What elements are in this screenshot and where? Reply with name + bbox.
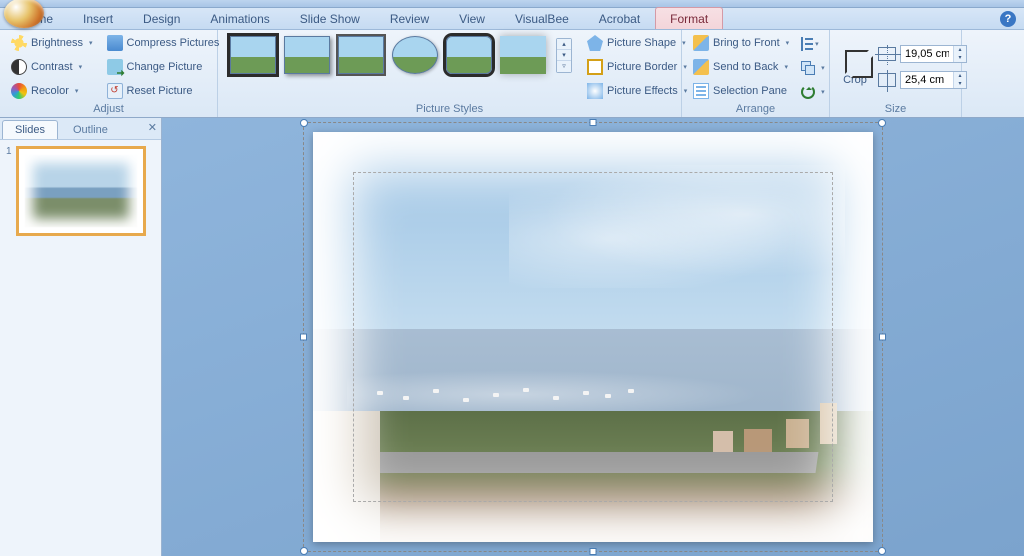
handle-r[interactable] [879,334,886,341]
selection-pane-button[interactable]: Selection Pane [688,80,794,102]
chevron-down-icon: ▾ [821,88,825,96]
help-icon[interactable]: ? [1000,11,1016,27]
height-icon [878,47,896,61]
thumb-number: 1 [6,146,12,236]
rotate-icon [801,85,815,99]
gallery-scroll-down[interactable]: ▾ [557,50,571,61]
style-preset-1[interactable] [230,36,276,74]
placeholder-box [353,172,833,502]
ribbon-tabs: Home Insert Design Animations Slide Show… [0,8,1024,30]
handle-br[interactable] [878,547,886,555]
picture-styles-gallery: ▴ ▾ ▿ [224,32,578,78]
group-arrange: Bring to Front▾ Send to Back▾ Selection … [682,30,830,117]
brightness-icon [11,35,27,51]
style-preset-2[interactable] [284,36,330,74]
group-picture-styles: ▴ ▾ ▿ Picture Shape▾ Picture Border▾ Pic… [218,30,682,117]
gallery-scroll-up[interactable]: ▴ [557,39,571,50]
brightness-button[interactable]: Brightness▾ [6,32,98,54]
effects-icon [587,83,603,99]
align-button[interactable]: ▾ [798,34,828,54]
tab-format[interactable]: Format [655,7,723,29]
send-back-icon [693,59,709,75]
slide-1 [313,132,873,542]
bring-to-front-button[interactable]: Bring to Front▾ [688,32,794,54]
border-icon [587,59,603,75]
height-spinner[interactable]: ▴▾ [900,45,967,63]
chevron-down-icon: ▾ [821,64,825,72]
change-picture-icon [107,59,123,75]
handle-tl[interactable] [300,119,308,127]
tab-acrobat[interactable]: Acrobat [584,7,655,29]
gallery-scroller: ▴ ▾ ▿ [556,38,572,73]
handle-l[interactable] [300,334,307,341]
slide-panel: Slides Outline ✕ 1 [0,118,162,556]
tab-view[interactable]: View [444,7,500,29]
width-input[interactable] [901,74,953,86]
chevron-down-icon: ▾ [786,39,790,47]
group-label-picture-styles: Picture Styles [224,102,675,117]
reset-icon [107,83,123,99]
change-picture-button[interactable]: Change Picture [102,56,225,78]
chevron-down-icon: ▾ [89,39,93,47]
recolor-button[interactable]: Recolor▾ [6,80,98,102]
contrast-icon [11,59,27,75]
align-icon [801,37,809,51]
tab-review[interactable]: Review [375,7,444,29]
group-label-adjust: Adjust [6,102,211,117]
selection-pane-icon [693,83,709,99]
thumb-preview [25,155,137,227]
height-up[interactable]: ▴ [954,46,966,54]
reset-picture-button[interactable]: Reset Picture [102,80,225,102]
tab-insert[interactable]: Insert [68,7,128,29]
compress-icon [107,35,123,51]
bring-front-icon [693,35,709,51]
style-preset-3[interactable] [338,36,384,74]
handle-tr[interactable] [878,119,886,127]
chevron-down-icon: ▾ [75,87,79,95]
handle-bl[interactable] [300,547,308,555]
compress-pictures-button[interactable]: Compress Pictures [102,32,225,54]
tab-visualbee[interactable]: VisualBee [500,7,584,29]
tab-design[interactable]: Design [128,7,195,29]
gallery-more[interactable]: ▿ [557,61,571,72]
width-down[interactable]: ▾ [954,80,966,88]
chevron-down-icon: ▾ [79,63,83,71]
group-label-size: Size [836,102,955,117]
width-up[interactable]: ▴ [954,72,966,80]
tab-slideshow[interactable]: Slide Show [285,7,375,29]
handle-b[interactable] [590,548,597,555]
tab-animations[interactable]: Animations [195,7,284,29]
height-input[interactable] [901,48,953,60]
width-spinner[interactable]: ▴▾ [900,71,967,89]
handle-t[interactable] [590,119,597,126]
slide-thumb-1[interactable]: 1 [6,146,155,236]
group-icon [801,61,815,75]
contrast-button[interactable]: Contrast▾ [6,56,98,78]
panel-tab-slides[interactable]: Slides [2,120,58,139]
style-preset-5[interactable] [446,36,492,74]
recolor-icon [11,83,27,99]
panel-close-icon[interactable]: ✕ [148,121,157,134]
slide-canvas[interactable] [162,118,1024,556]
rotate-button[interactable]: ▾ [798,82,828,102]
group-size: Crop ▴▾ ▴▾ Size [830,30,962,117]
picture-effects-button[interactable]: Picture Effects▾ [582,80,692,102]
shape-icon [587,35,603,51]
ribbon: Brightness▾ Contrast▾ Recolor▾ Compress … [0,30,1024,118]
height-down[interactable]: ▾ [954,54,966,62]
group-adjust: Brightness▾ Contrast▾ Recolor▾ Compress … [0,30,218,117]
send-to-back-button[interactable]: Send to Back▾ [688,56,794,78]
chevron-down-icon: ▾ [815,40,819,48]
panel-tab-outline[interactable]: Outline [60,120,121,139]
width-icon [878,73,896,87]
crop-button[interactable]: Crop [836,43,874,91]
group-objects-button[interactable]: ▾ [798,58,828,78]
style-preset-4[interactable] [392,36,438,74]
chevron-down-icon: ▾ [784,63,788,71]
crop-icon [845,50,869,74]
picture-border-button[interactable]: Picture Border▾ [582,56,692,78]
group-label-arrange: Arrange [688,102,823,117]
style-preset-6[interactable] [500,36,546,74]
picture-shape-button[interactable]: Picture Shape▾ [582,32,692,54]
